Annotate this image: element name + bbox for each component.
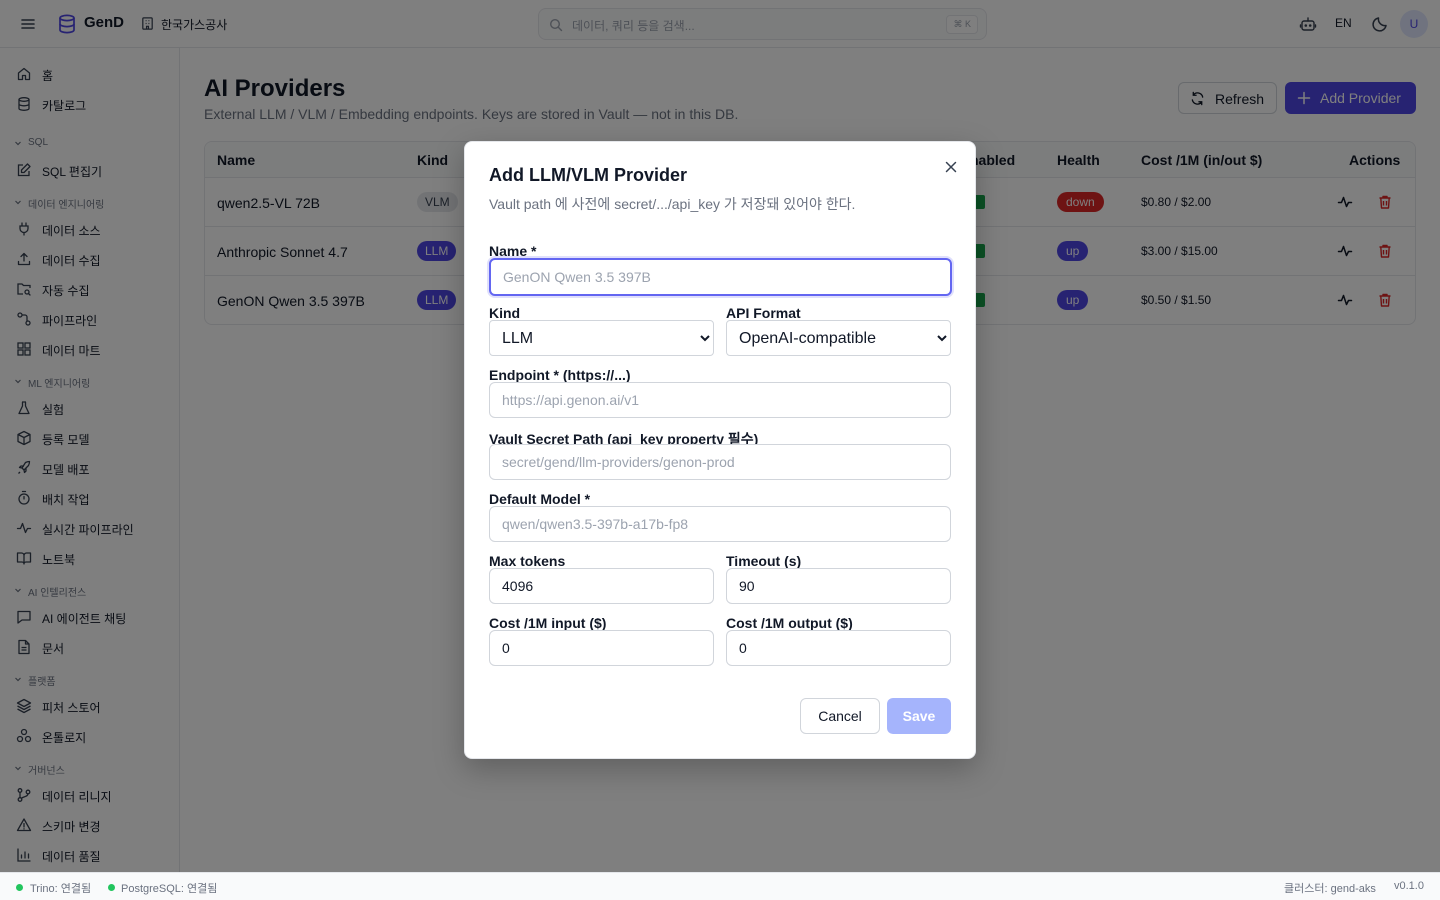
add-provider-dialog: Add LLM/VLM Provider Vault path 에 사전에 se… (464, 141, 976, 759)
endpoint-input[interactable] (489, 382, 951, 418)
dialog-title: Add LLM/VLM Provider (489, 165, 687, 185)
cancel-button[interactable]: Cancel (800, 698, 880, 734)
dialog-description: Vault path 에 사전에 secret/.../api_key 가 저장… (489, 196, 856, 212)
version-label: v0.1.0 (1394, 880, 1424, 892)
vault-path-input[interactable] (489, 444, 951, 480)
postgres-status: PostgreSQL: 연결됨 (121, 883, 218, 895)
close-icon[interactable] (943, 159, 959, 175)
kind-select[interactable]: LLM (489, 320, 714, 356)
save-button[interactable]: Save (887, 698, 951, 734)
status-bar: Trino: 연결됨 PostgreSQL: 연결됨 클러스터: gend-ak… (0, 872, 1440, 900)
cluster-label: 클러스터: gend-aks (1284, 883, 1376, 895)
default-model-input[interactable] (489, 506, 951, 542)
name-input[interactable] (489, 258, 952, 296)
api-format-label: API Format (726, 305, 801, 321)
trino-status: Trino: 연결됨 (30, 883, 92, 895)
trino-status-dot (16, 884, 23, 891)
timeout-input[interactable] (726, 568, 951, 604)
postgres-status-dot (108, 884, 115, 891)
name-label: Name * (489, 243, 537, 259)
endpoint-label: Endpoint * (https://...) (489, 367, 631, 383)
max-tokens-input[interactable] (489, 568, 714, 604)
kind-label: Kind (489, 305, 521, 321)
default-model-label: Default Model * (489, 491, 591, 507)
api-format-select[interactable]: OpenAI-compatible (726, 320, 951, 356)
cost-output-label: Cost /1M output ($) (726, 615, 853, 631)
cost-output-field[interactable] (726, 630, 951, 666)
cost-input-field[interactable] (489, 630, 714, 666)
cost-input-label: Cost /1M input ($) (489, 615, 607, 631)
timeout-label: Timeout (s) (726, 553, 802, 569)
max-tokens-label: Max tokens (489, 553, 566, 569)
